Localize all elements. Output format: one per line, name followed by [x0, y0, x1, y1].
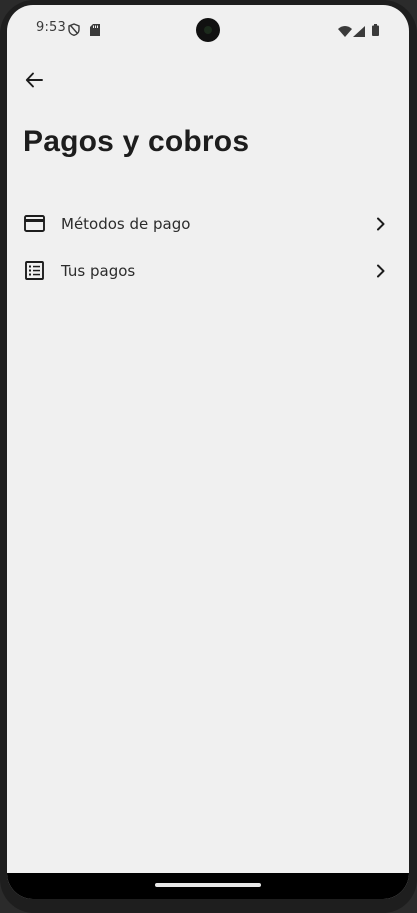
menu-list: Métodos de pago Tus pagos	[7, 200, 409, 294]
front-camera	[196, 18, 220, 42]
sd-card-icon	[90, 21, 100, 40]
system-nav-bar	[7, 873, 409, 899]
page-title: Pagos y cobros	[23, 125, 250, 158]
menu-item-your-payments[interactable]: Tus pagos	[7, 247, 409, 294]
status-bar: 9:53	[7, 5, 409, 51]
credit-card-icon	[23, 213, 45, 235]
status-time: 9:53	[36, 20, 66, 35]
menu-item-payment-methods[interactable]: Métodos de pago	[7, 200, 409, 247]
menu-item-label: Tus pagos	[61, 261, 136, 280]
list-icon	[23, 260, 45, 282]
device-frame: 9:53 Pagos y cobros Métodos de pago Tus …	[0, 0, 417, 913]
shield-icon	[68, 21, 80, 40]
chevron-right-icon	[373, 216, 389, 232]
chevron-right-icon	[373, 263, 389, 279]
screen: 9:53 Pagos y cobros Métodos de pago Tus …	[7, 5, 409, 899]
arrow-back-icon	[25, 71, 43, 93]
back-button[interactable]	[17, 65, 51, 99]
wifi-icon	[338, 22, 352, 41]
menu-item-label: Métodos de pago	[61, 214, 191, 233]
battery-icon	[372, 21, 379, 40]
signal-icon	[353, 22, 365, 41]
home-indicator[interactable]	[155, 883, 261, 887]
